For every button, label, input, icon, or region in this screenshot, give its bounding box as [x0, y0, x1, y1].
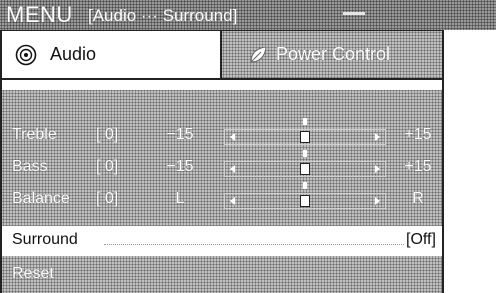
bass-slider[interactable]: [224, 150, 386, 177]
title-decoration: [343, 12, 365, 15]
treble-label: Treble: [12, 126, 57, 143]
bass-label: Bass: [12, 158, 48, 175]
treble-slider-handle[interactable]: [300, 131, 310, 143]
center-marker: [303, 150, 307, 157]
left-arrow-icon: [230, 197, 235, 205]
right-arrow-icon: [375, 133, 380, 141]
tab-power-control-label: Power Control: [276, 44, 391, 64]
treble-row[interactable]: Treble [ 0] −15 +15: [2, 118, 442, 151]
menu-title: MENU: [6, 2, 73, 27]
title-bar: MENU [Audio ··· Surround]: [0, 0, 496, 30]
balance-slider-handle[interactable]: [300, 195, 310, 207]
tab-power-control[interactable]: Power Control: [222, 31, 442, 78]
bass-max: +15: [404, 158, 432, 175]
dotted-leader: [104, 244, 404, 245]
center-marker: [303, 182, 307, 189]
reset-row[interactable]: Reset: [2, 258, 442, 293]
settings-panel: Treble [ 0] −15 +15 Bass [ 0] −15 +15 Ba…: [0, 80, 444, 293]
treble-min: −15: [166, 126, 194, 143]
left-arrow-icon: [230, 165, 235, 173]
balance-max: R: [412, 190, 424, 207]
bass-slider-handle[interactable]: [300, 163, 310, 175]
bass-min: −15: [166, 158, 194, 175]
treble-value: [ 0]: [96, 126, 119, 143]
left-arrow-icon: [230, 133, 235, 141]
right-arrow-icon: [375, 197, 380, 205]
treble-slider[interactable]: [224, 118, 386, 145]
surround-label: Surround: [12, 231, 78, 248]
surround-row[interactable]: Surround [Off]: [2, 226, 442, 256]
tab-bar: Audio Power Control: [0, 30, 444, 80]
reset-label: Reset: [12, 265, 54, 282]
treble-max: +15: [404, 126, 432, 143]
balance-min: L: [175, 190, 185, 207]
speaker-icon: [15, 44, 37, 65]
tab-audio-label: Audio: [50, 44, 97, 64]
right-arrow-icon: [375, 165, 380, 173]
center-marker: [303, 118, 307, 125]
panel-spacer: [2, 80, 442, 90]
breadcrumb: [Audio ··· Surround]: [88, 6, 238, 25]
balance-label: Balance: [12, 190, 70, 207]
balance-value: [ 0]: [96, 190, 119, 207]
bass-value: [ 0]: [96, 158, 119, 175]
leaf-icon: [250, 45, 267, 63]
balance-slider[interactable]: [224, 182, 386, 209]
bass-row[interactable]: Bass [ 0] −15 +15: [2, 150, 442, 183]
surround-value: [Off]: [406, 231, 436, 248]
tab-audio[interactable]: Audio: [2, 31, 222, 78]
balance-row[interactable]: Balance [ 0] L R: [2, 182, 442, 215]
